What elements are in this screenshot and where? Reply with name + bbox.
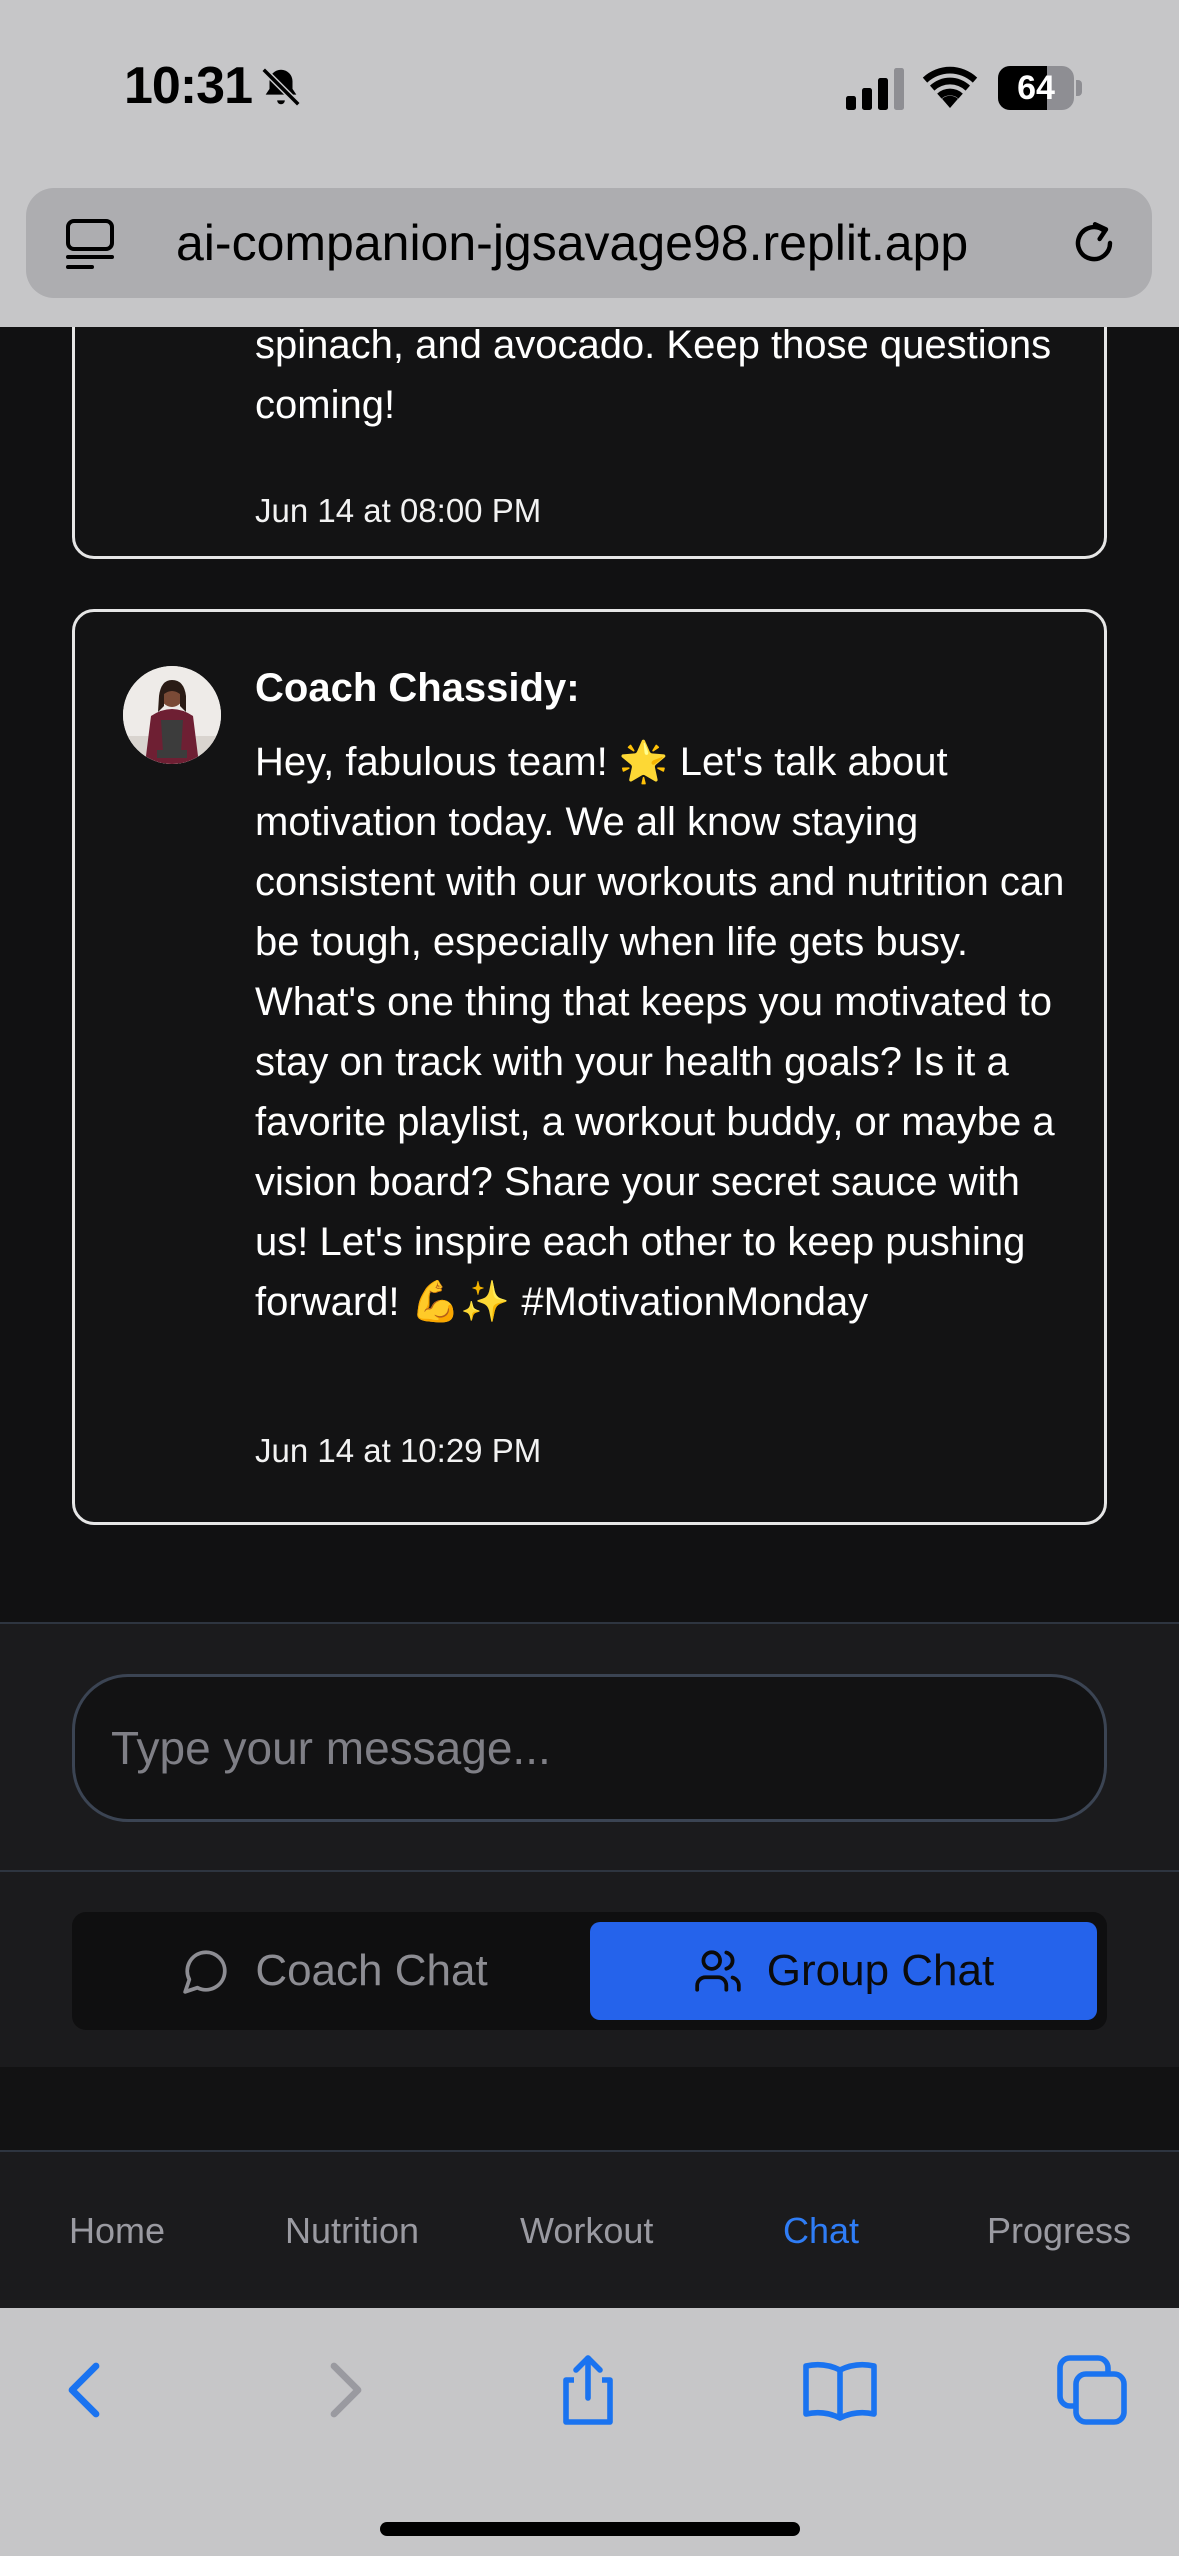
bookmarks-icon[interactable] [800, 2350, 880, 2430]
reader-view-icon[interactable] [62, 214, 118, 272]
forward-icon[interactable] [302, 2350, 382, 2430]
sender-name: Coach Chassidy: [255, 666, 580, 710]
wifi-icon [922, 66, 978, 108]
tabs-icon[interactable] [1052, 2350, 1132, 2430]
message-card: Coach Chassidy: Hey, fabulous team! 🌟 Le… [72, 609, 1107, 1525]
toggle-track: Coach Chat Group Chat [72, 1912, 1107, 2030]
back-icon[interactable] [48, 2350, 128, 2430]
chat-feed[interactable]: spinach, and avocado. Keep those questio… [0, 327, 1179, 1622]
message-card: spinach, and avocado. Keep those questio… [72, 327, 1107, 559]
message-circle-icon [183, 1950, 227, 1994]
battery-icon: 64 [998, 66, 1082, 110]
address-bar[interactable]: ai-companion-jgsavage98.replit.app [26, 188, 1152, 298]
users-icon [695, 1950, 741, 1992]
nav-nutrition[interactable]: Nutrition [285, 2152, 419, 2310]
nav-chat[interactable]: Chat [783, 2152, 859, 2310]
chat-mode-toggle: Coach Chat Group Chat [0, 1870, 1179, 2067]
group-chat-button[interactable]: Group Chat [590, 1922, 1097, 2020]
battery-percent: 64 [1017, 69, 1055, 107]
message-input[interactable] [72, 1674, 1107, 1822]
status-time: 10:31 [124, 57, 253, 115]
url-text[interactable]: ai-companion-jgsavage98.replit.app [176, 188, 968, 298]
home-indicator [380, 2522, 800, 2536]
coach-chat-label: Coach Chat [255, 1946, 488, 1995]
browser-toolbar [0, 2308, 1179, 2556]
nav-home[interactable]: Home [69, 2152, 165, 2310]
nav-workout[interactable]: Workout [520, 2152, 653, 2310]
message-text: spinach, and avocado. Keep those questio… [255, 327, 1052, 427]
share-icon[interactable] [548, 2350, 628, 2430]
content-spacer [0, 2067, 1179, 2150]
coach-chat-button[interactable]: Coach Chat [82, 1922, 587, 2020]
message-timestamp: Jun 14 at 10:29 PM [255, 1432, 542, 1469]
browser-top-chrome: 10:31 64 ai-companion-jgsavage98.replit.… [0, 0, 1179, 327]
coach-avatar[interactable] [123, 666, 221, 764]
group-chat-label: Group Chat [766, 1946, 995, 1995]
composer [0, 1622, 1179, 1870]
bottom-nav: Home Nutrition Workout Chat Progress [0, 2150, 1179, 2308]
message-timestamp: Jun 14 at 08:00 PM [255, 492, 542, 529]
message-text: Hey, fabulous team! 🌟 Let's talk about m… [255, 740, 1065, 1324]
reload-icon[interactable] [1066, 214, 1122, 272]
bell-slash-icon [261, 67, 301, 107]
cellular-signal-icon [846, 68, 904, 110]
nav-progress[interactable]: Progress [987, 2152, 1131, 2310]
